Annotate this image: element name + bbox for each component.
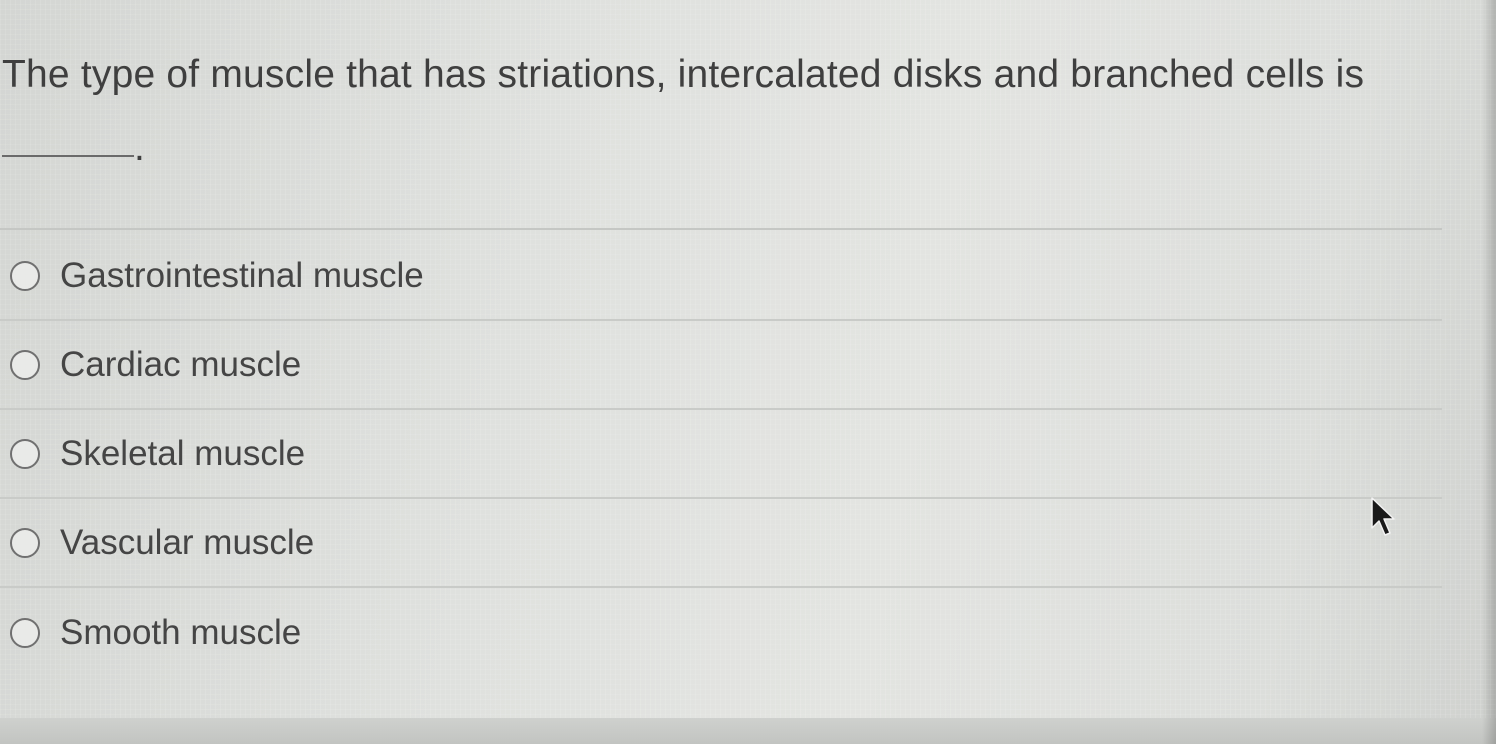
radio-button[interactable] [10,260,40,291]
option-vascular-muscle[interactable]: Vascular muscle [0,499,1442,588]
radio-button[interactable] [10,527,40,558]
radio-button[interactable] [10,349,40,380]
question-divider [0,228,1442,230]
option-label: Skeletal muscle [60,433,306,473]
answer-blank: . [2,125,145,171]
option-skeletal-muscle[interactable]: Skeletal muscle [0,410,1442,499]
option-cardiac-muscle[interactable]: Cardiac muscle [0,321,1442,410]
screen-bottom-edge [0,718,1496,744]
quiz-page: The type of muscle that has striations, … [0,0,1496,744]
option-smooth-muscle[interactable]: Smooth muscle [0,588,1442,677]
blank-period: . [134,126,145,169]
option-label: Gastrointestinal muscle [60,255,424,295]
answer-options: Gastrointestinal muscle Cardiac muscle S… [0,232,1442,677]
radio-button[interactable] [10,617,40,648]
option-gastrointestinal-muscle[interactable]: Gastrointestinal muscle [0,232,1442,321]
option-label: Cardiac muscle [60,344,302,384]
question-text: The type of muscle that has striations, … [2,53,1365,96]
radio-button[interactable] [10,438,40,469]
option-label: Vascular muscle [60,522,315,562]
option-label: Smooth muscle [60,612,302,652]
screen-right-edge [1482,0,1496,744]
mouse-pointer-arrow-icon [1371,497,1395,536]
blank-underline [2,155,134,157]
